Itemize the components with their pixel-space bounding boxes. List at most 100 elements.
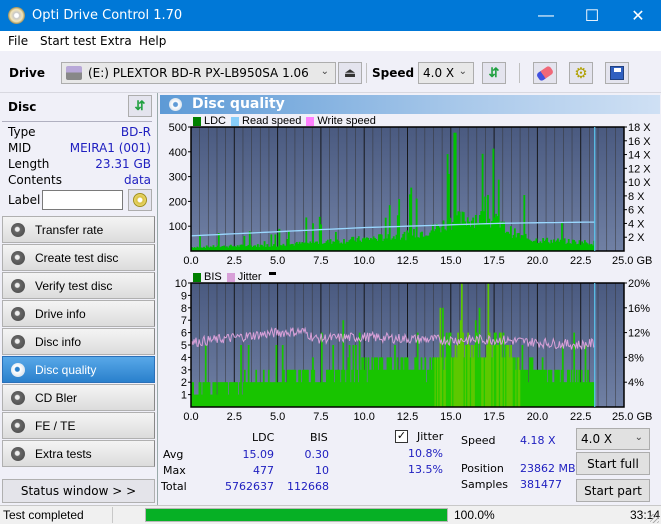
drive-select[interactable]: (E:) PLEXTOR BD-R PX-LB950SA 1.06 ⌄ <box>61 62 336 84</box>
speed-label: Speed <box>372 66 415 80</box>
disc-icon <box>11 390 25 405</box>
y-tick-label-left: 8 <box>181 303 187 315</box>
minimize-button[interactable]: — <box>523 0 569 31</box>
menu-file[interactable]: File <box>8 34 28 48</box>
disc-icon <box>11 250 25 265</box>
x-tick-label: 15.0 <box>440 255 461 267</box>
toolbar-separator <box>366 63 367 83</box>
disc-quality-icon <box>169 98 182 111</box>
x-tick-label: 2.5 <box>227 255 242 267</box>
disc-label-button[interactable] <box>128 189 152 211</box>
x-tick-label: 25.0 GB <box>612 255 652 267</box>
x-tick-label: 10.0 <box>353 255 374 267</box>
jitter-checkbox[interactable]: ✓ <box>395 430 408 443</box>
stats-max-label: Max <box>163 464 186 477</box>
nav-item-label: Drive info <box>35 306 86 321</box>
drive-value: (E:) PLEXTOR BD-R PX-LB950SA 1.06 <box>88 66 309 80</box>
x-tick-label: 22.5 <box>570 255 591 267</box>
speed-select[interactable]: 4.0 X ⌄ <box>418 62 474 84</box>
nav-item-transfer-rate[interactable]: Transfer rate <box>2 216 155 243</box>
disc-type-value: BD-R <box>120 125 151 139</box>
samples-value: 381477 <box>520 478 562 491</box>
y-tick-label-left: 500 <box>169 123 187 134</box>
status-text: Test completed <box>3 508 84 522</box>
status-window-button[interactable]: Status window > > <box>2 479 155 503</box>
nav-item-label: Disc info <box>35 334 82 349</box>
disc-icon <box>11 278 25 293</box>
app-icon <box>8 7 25 24</box>
settings-button[interactable]: ⚙ <box>569 62 593 84</box>
nav-item-create-test-disc[interactable]: Create test disc <box>2 244 155 271</box>
disc-icon <box>11 222 25 237</box>
resize-grip[interactable] <box>650 514 659 523</box>
status-bar: Test completed 100.0% 33:14 <box>0 505 661 524</box>
left-panel: Disc ⇵ Type BD-R MID MEIRA1 (001) Length… <box>0 93 157 505</box>
disc-contents-label: Contents <box>8 173 62 187</box>
stats-ldc-header: LDC <box>252 431 275 444</box>
y-tick-label-left: 300 <box>169 172 187 184</box>
toolbar-separator <box>519 63 520 83</box>
disc-icon <box>11 418 25 433</box>
disc-mid-value: MEIRA1 (001) <box>69 141 151 155</box>
x-tick-label: 0.0 <box>183 411 198 423</box>
nav-item-label: Transfer rate <box>35 222 104 237</box>
position-label: Position <box>461 462 504 475</box>
y-tick-label-right: 10 X <box>628 177 651 189</box>
nav-item-verify-test-disc[interactable]: Verify test disc <box>2 272 155 299</box>
bis-chart: 10987654321 20% 16% 12% 8% 4% 0.0 2.5 5.0 7.5 10.0… <box>175 279 653 423</box>
disc-icon <box>11 446 25 461</box>
disc-refresh-button[interactable]: ⇵ <box>128 95 152 117</box>
stats-max-bis: 10 <box>315 464 329 477</box>
x-tick-label: 20.0 <box>527 411 548 423</box>
progress-text: 100.0% <box>454 508 495 522</box>
x-tick-label: 0.0 <box>183 255 198 267</box>
test-speed-select[interactable]: 4.0 X ⌄ <box>576 428 650 450</box>
divider <box>2 121 152 122</box>
x-tick-label: 12.5 <box>397 255 418 267</box>
start-part-button[interactable]: Start part <box>576 479 650 502</box>
nav-item-cd-bler[interactable]: CD Bler <box>2 384 155 411</box>
close-button[interactable]: ✕ <box>615 0 661 31</box>
status-divider <box>401 507 402 523</box>
nav-item-drive-info[interactable]: Drive info <box>2 300 155 327</box>
nav-item-fe-te[interactable]: FE / TE <box>2 412 155 439</box>
refresh-icon: ⇵ <box>488 65 500 80</box>
disc-quality-header: Disc quality <box>160 95 660 114</box>
nav-item-disc-info[interactable]: Disc info <box>2 328 155 355</box>
y-tick-label-right: 18 X <box>628 123 651 134</box>
disc-length-value: 23.31 GB <box>95 157 151 171</box>
y-tick-label-right: 20% <box>628 279 650 290</box>
refresh-button[interactable]: ⇵ <box>482 62 506 84</box>
y-tick-label-left: 4 <box>181 352 187 364</box>
maximize-button[interactable]: ☐ <box>569 0 615 31</box>
nav-item-label: FE / TE <box>35 418 76 433</box>
erase-button[interactable] <box>533 62 557 84</box>
y-tick-label-right: 8% <box>628 352 644 364</box>
eject-button[interactable]: ⏏ <box>338 62 362 84</box>
start-full-button[interactable]: Start full <box>576 452 650 475</box>
eject-icon: ⏏ <box>343 65 357 80</box>
stats-max-ldc: 477 <box>253 464 274 477</box>
stats-avg-label: Avg <box>163 448 184 461</box>
menu-extra[interactable]: Extra <box>100 34 132 48</box>
disc-icon <box>133 193 147 207</box>
y-tick-label-right: 12 X <box>628 163 651 175</box>
disc-label-input[interactable] <box>42 190 123 210</box>
menu-start-test[interactable]: Start test <box>40 34 96 48</box>
stats-bis-header: BIS <box>310 431 328 444</box>
nav-item-label: Extra tests <box>35 446 92 461</box>
nav-item-extra-tests[interactable]: Extra tests <box>2 440 155 467</box>
speed-stat-label: Speed <box>461 434 496 447</box>
panel-title: Disc quality <box>192 96 285 112</box>
stats-total-bis: 112668 <box>287 480 329 493</box>
save-icon <box>610 66 624 80</box>
nav-item-disc-quality[interactable]: Disc quality <box>2 356 155 383</box>
save-button[interactable] <box>605 62 629 84</box>
ldc-chart: 500 400 300 200 100 18 X 16 X 14 X12 X 10 X 8 X 6 … <box>169 123 653 267</box>
stats-total-label: Total <box>161 480 187 493</box>
x-tick-label: 5.0 <box>270 255 285 267</box>
y-tick-label-right: 14 X <box>628 150 651 162</box>
menu-help[interactable]: Help <box>139 34 166 48</box>
main-panel: Disc quality LDC Read speed Write speed … <box>157 93 661 505</box>
y-tick-label-left: 2 <box>181 377 187 389</box>
